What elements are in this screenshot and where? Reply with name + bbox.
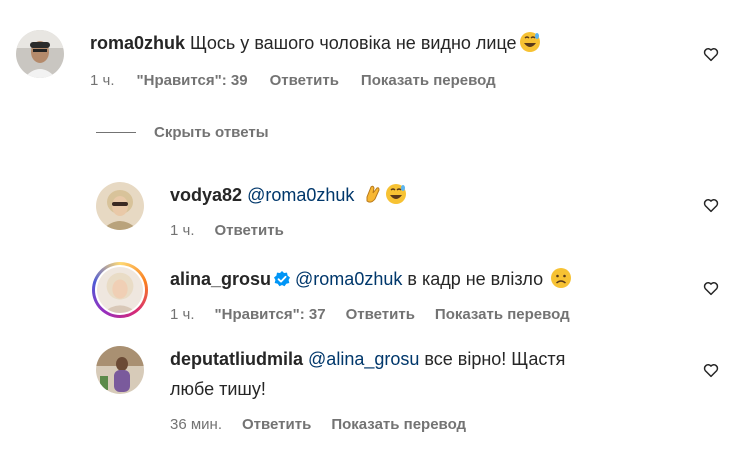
reply-vodya82: vodya82 @roma0zhuk 1 ч. Ответить	[96, 182, 407, 239]
reply-button[interactable]: Ответить	[242, 416, 311, 433]
likes-count[interactable]: "Нравится": 37	[215, 306, 326, 323]
comment-text-continued: любе тишу!	[170, 379, 266, 399]
timestamp: 1 ч.	[90, 72, 115, 89]
mention-link[interactable]: @roma0zhuk	[247, 185, 354, 205]
username[interactable]: vodya82	[170, 185, 242, 205]
show-translation-button[interactable]: Показать перевод	[435, 306, 570, 323]
grinning-sweat-emoji	[385, 183, 407, 205]
timestamp: 36 мин.	[170, 416, 222, 433]
comment-roma0zhuk: roma0zhuk Щось у вашого чоловіка не видн…	[16, 30, 541, 89]
heart-icon[interactable]	[702, 196, 720, 214]
reply-deputatliudmila: deputatliudmila @alina_grosu все вірно! …	[96, 346, 565, 433]
avatar	[97, 267, 143, 313]
reply-button[interactable]: Ответить	[270, 72, 339, 89]
reply-alina-grosu: alina_grosu @roma0zhuk в кадр не влізло 1…	[92, 262, 572, 323]
timestamp: 1 ч.	[170, 306, 195, 323]
hide-replies-label: Скрыть ответы	[154, 124, 269, 141]
comment-text: Щось у вашого чоловіка не видно лице	[190, 33, 517, 53]
timestamp: 1 ч.	[170, 222, 195, 239]
avatar[interactable]	[16, 30, 64, 78]
username[interactable]: alina_grosu	[170, 269, 271, 289]
avatar[interactable]	[96, 346, 144, 394]
verified-badge-icon	[273, 269, 291, 287]
username[interactable]: roma0zhuk	[90, 33, 185, 53]
likes-count[interactable]: "Нравится": 39	[137, 72, 248, 89]
sad-face-emoji	[550, 267, 572, 289]
avatar[interactable]	[96, 182, 144, 230]
heart-icon[interactable]	[702, 45, 720, 63]
heart-icon[interactable]	[702, 361, 720, 379]
divider	[96, 132, 136, 133]
username[interactable]: deputatliudmila	[170, 349, 303, 369]
mention-link[interactable]: @alina_grosu	[308, 349, 419, 369]
reply-button[interactable]: Ответить	[346, 306, 415, 323]
comment-text: в кадр не влізло	[407, 269, 544, 289]
reply-button[interactable]: Ответить	[215, 222, 284, 239]
show-translation-button[interactable]: Показать перевод	[331, 416, 466, 433]
hide-replies-button[interactable]: Скрыть ответы	[96, 124, 269, 141]
comment-text: все вірно! Щастя	[424, 349, 566, 369]
grinning-sweat-emoji	[519, 31, 541, 53]
clapping-hand-emoji	[361, 183, 383, 205]
heart-icon[interactable]	[702, 279, 720, 297]
mention-link[interactable]: @roma0zhuk	[295, 269, 402, 289]
show-translation-button[interactable]: Показать перевод	[361, 72, 496, 89]
story-ring[interactable]	[92, 262, 148, 318]
